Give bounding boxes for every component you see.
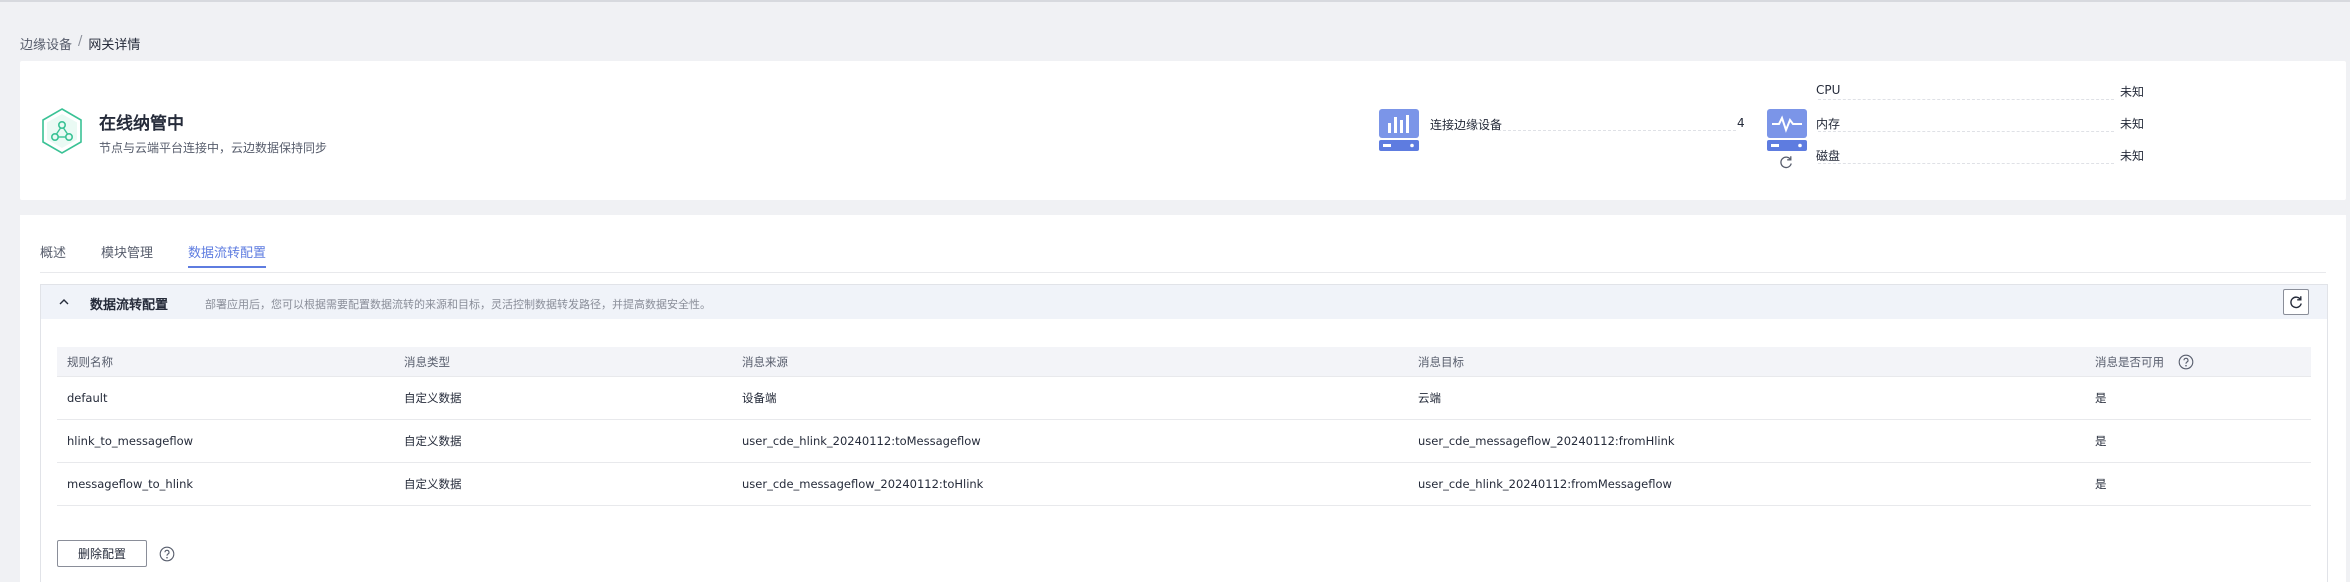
breadcrumb: 边缘设备 / 网关详情 (20, 34, 140, 53)
column-header-label: 消息是否可用 (2095, 354, 2164, 369)
status-title: 在线纳管中 (99, 114, 184, 134)
help-icon[interactable] (2178, 354, 2194, 370)
top-border (0, 0, 2350, 2)
message-available-cell: 是 (2095, 391, 2107, 405)
resource-label: CPU (1816, 83, 1841, 97)
data-flow-rules-table: 规则名称 消息类型 消息来源 消息目标 消息是否可用 default 自定义数据… (57, 347, 2311, 506)
connected-devices-count[interactable]: 4 (1737, 116, 1745, 130)
tab-overview[interactable]: 概述 (40, 242, 66, 272)
hexagon-status-icon (42, 108, 82, 154)
refresh-icon[interactable] (1778, 154, 1794, 170)
tab-data-flow-config[interactable]: 数据流转配置 (188, 242, 267, 272)
connected-devices-label: 连接边缘设备 (1430, 118, 1503, 132)
resource-row-memory: 内存 未知 (1816, 115, 2146, 133)
dotted-leader (1818, 163, 2114, 164)
column-header-message-target: 消息目标 (1418, 354, 1464, 369)
message-target-cell: user_cde_messageflow_20240112:fromHlink (1418, 434, 1675, 448)
table-row: default 自定义数据 设备端 云端 是 (57, 377, 2311, 420)
message-available-cell: 是 (2095, 477, 2107, 491)
rule-name-cell: hlink_to_messageflow (67, 434, 194, 448)
tab-divider (40, 272, 2326, 273)
resource-row-disk: 磁盘 未知 (1816, 147, 2146, 165)
data-flow-description: 部署应用后，您可以根据需要配置数据流转的来源和目标，灵活控制数据转发路径，并提高… (205, 298, 711, 311)
message-source-cell: user_cde_hlink_20240112:toMessageflow (742, 434, 981, 448)
resource-monitor-icon (1767, 109, 1807, 151)
resource-value: 未知 (2120, 85, 2145, 99)
column-header-message-type: 消息类型 (404, 354, 450, 369)
refresh-icon (2290, 296, 2302, 309)
column-header-rule-name: 规则名称 (67, 354, 113, 369)
message-target-cell: 云端 (1418, 391, 1441, 405)
rule-name-cell: messageflow_to_hlink (67, 477, 194, 491)
resource-label: 磁盘 (1816, 149, 1841, 163)
message-target-cell: user_cde_hlink_20240112:fromMessageflow (1418, 477, 1672, 491)
data-flow-panel: 数据流转配置 部署应用后，您可以根据需要配置数据流转的来源和目标，灵活控制数据转… (40, 284, 2328, 582)
resource-row-cpu: CPU 未知 (1816, 83, 2146, 101)
data-flow-title: 数据流转配置 (90, 298, 169, 313)
rule-name-cell: default (67, 391, 108, 405)
gateway-detail-main: 概述 模块管理 数据流转配置 数据流转配置 部署应用后，您可以根据需要配置数据流… (20, 215, 2346, 582)
breadcrumb-separator: / (78, 34, 83, 49)
breadcrumb-edge-devices[interactable]: 边缘设备 (20, 34, 72, 53)
chevron-up-icon[interactable] (58, 296, 70, 308)
help-icon[interactable] (159, 546, 175, 562)
resource-value: 未知 (2120, 117, 2145, 131)
message-source-cell: user_cde_messageflow_20240112:toHlink (742, 477, 984, 491)
message-type-cell: 自定义数据 (404, 477, 462, 491)
resource-value: 未知 (2120, 149, 2145, 163)
gateway-status-card: 在线纳管中 节点与云端平台连接中，云边数据保持同步 连接边缘设备 4 CPU 未… (20, 61, 2346, 200)
message-type-cell: 自定义数据 (404, 434, 462, 448)
device-chart-icon (1379, 109, 1419, 151)
message-type-cell: 自定义数据 (404, 391, 462, 405)
message-available-cell: 是 (2095, 434, 2107, 448)
tab-module-management[interactable]: 模块管理 (101, 242, 153, 272)
delete-config-button[interactable]: 删除配置 (57, 540, 147, 567)
dotted-leader (1818, 131, 2114, 132)
table-row: hlink_to_messageflow 自定义数据 user_cde_hlin… (57, 420, 2311, 463)
breadcrumb-current: 网关详情 (88, 38, 141, 53)
table-header: 规则名称 消息类型 消息来源 消息目标 消息是否可用 (57, 347, 2311, 377)
status-description: 节点与云端平台连接中，云边数据保持同步 (99, 141, 328, 155)
dotted-leader (1818, 99, 2114, 100)
resource-label: 内存 (1816, 117, 1841, 131)
column-header-message-available: 消息是否可用 (2095, 347, 2194, 376)
refresh-button[interactable] (2283, 289, 2309, 315)
column-header-message-source: 消息来源 (742, 354, 788, 369)
data-flow-panel-header: 数据流转配置 部署应用后，您可以根据需要配置数据流转的来源和目标，灵活控制数据转… (41, 285, 2327, 319)
dotted-leader (1498, 130, 1736, 131)
table-row: messageflow_to_hlink 自定义数据 user_cde_mess… (57, 463, 2311, 506)
tab-bar: 概述 模块管理 数据流转配置 (40, 242, 301, 272)
message-source-cell: 设备端 (742, 391, 777, 405)
